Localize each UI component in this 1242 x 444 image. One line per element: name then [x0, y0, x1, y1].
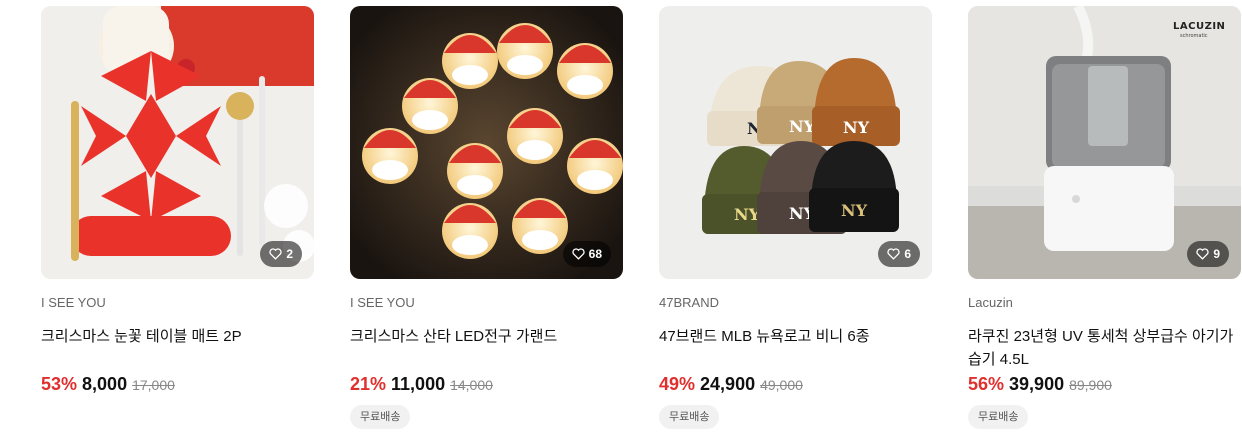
heart-outline-icon: [269, 248, 282, 260]
product-title[interactable]: 라쿠진 23년형 UV 통세척 상부급수 아기가습기 4.5L: [968, 325, 1241, 371]
original-price: 89,900: [1069, 377, 1112, 393]
like-count: 6: [904, 247, 911, 261]
price-row: 49% 24,900 49,000: [659, 374, 932, 395]
original-price: 17,000: [132, 377, 175, 393]
free-shipping-badge: 무료배송: [659, 405, 720, 429]
product-image-humidifier: LACUZIN schromatic: [968, 6, 1241, 279]
like-count: 68: [588, 247, 602, 261]
price-row: 56% 39,900 89,900: [968, 374, 1241, 395]
original-price: 49,000: [760, 377, 803, 393]
sale-price: 8,000: [82, 374, 128, 394]
heart-outline-icon: [572, 248, 585, 260]
discount-rate: 49%: [659, 374, 696, 394]
like-button[interactable]: 2: [260, 241, 302, 267]
product-title[interactable]: 크리스마스 눈꽃 테이블 매트 2P: [41, 325, 314, 371]
like-button[interactable]: 68: [562, 241, 611, 267]
product-image[interactable]: NY NY NY NY NY NY: [659, 6, 932, 279]
product-brand[interactable]: I SEE YOU: [41, 295, 314, 311]
price-row: 21% 11,000 14,000: [350, 374, 623, 395]
heart-outline-icon: [887, 248, 900, 260]
like-button[interactable]: 6: [878, 241, 920, 267]
product-brand[interactable]: Lacuzin: [968, 295, 1241, 311]
product-title[interactable]: 크리스마스 산타 LED전구 가랜드: [350, 325, 623, 371]
svg-text:NY: NY: [841, 201, 868, 220]
product-brand[interactable]: I SEE YOU: [350, 295, 623, 311]
sale-price: 11,000: [391, 374, 446, 394]
product-card[interactable]: LACUZIN schromatic 9 Lacuzin 라쿠진 23년형 UV…: [968, 6, 1241, 429]
product-title[interactable]: 47브랜드 MLB 뉴욕로고 비니 6종: [659, 325, 932, 371]
image-logo-text: LACUZIN: [1173, 21, 1225, 32]
product-image-table-mat: [41, 6, 314, 279]
like-count: 2: [286, 247, 293, 261]
free-shipping-badge: 무료배송: [968, 405, 1029, 429]
product-card[interactable]: 68 I SEE YOU 크리스마스 산타 LED전구 가랜드 21% 11,0…: [350, 6, 623, 429]
discount-rate: 53%: [41, 374, 78, 394]
product-card[interactable]: NY NY NY NY NY NY: [659, 6, 932, 429]
product-image[interactable]: 68: [350, 6, 623, 279]
svg-text:NY: NY: [789, 117, 816, 136]
sale-price: 24,900: [700, 374, 756, 394]
discount-rate: 56%: [968, 374, 1005, 394]
heart-outline-icon: [1196, 248, 1209, 260]
product-image[interactable]: 2: [41, 6, 314, 279]
product-brand[interactable]: 47BRAND: [659, 295, 932, 311]
product-image-santa-lights: [350, 6, 623, 279]
svg-text:NY: NY: [734, 205, 761, 224]
original-price: 14,000: [450, 377, 493, 393]
image-logo-sub: schromatic: [1180, 33, 1208, 39]
discount-rate: 21%: [350, 374, 387, 394]
product-image[interactable]: LACUZIN schromatic 9: [968, 6, 1241, 279]
like-button[interactable]: 9: [1187, 241, 1229, 267]
free-shipping-badge: 무료배송: [350, 405, 411, 429]
product-image-beanies: NY NY NY NY NY NY: [659, 6, 932, 279]
svg-text:NY: NY: [843, 118, 870, 137]
like-count: 9: [1213, 247, 1220, 261]
product-grid: 2 I SEE YOU 크리스마스 눈꽃 테이블 매트 2P 53% 8,000…: [0, 0, 1242, 444]
sale-price: 39,900: [1009, 374, 1065, 394]
price-row: 53% 8,000 17,000: [41, 374, 314, 395]
product-card[interactable]: 2 I SEE YOU 크리스마스 눈꽃 테이블 매트 2P 53% 8,000…: [41, 6, 314, 395]
